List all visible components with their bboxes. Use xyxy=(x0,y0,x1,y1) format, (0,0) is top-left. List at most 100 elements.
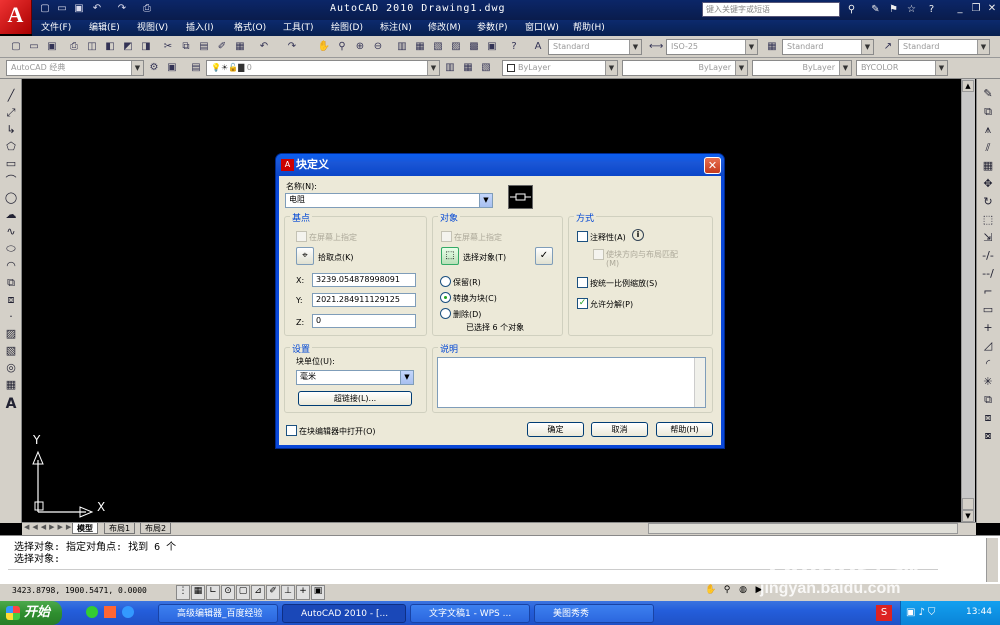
hatch-icon[interactable]: ▨ xyxy=(3,326,19,342)
ok-button[interactable]: 确定 xyxy=(527,422,584,437)
info-icon[interactable]: i xyxy=(632,229,644,241)
multiline-text-icon[interactable]: A xyxy=(3,396,19,412)
zoom-window-icon[interactable]: ⊕ xyxy=(352,39,368,55)
search-input[interactable]: 键入关键字或短语 xyxy=(702,2,840,17)
sheet-set-icon[interactable]: ▨ xyxy=(448,39,464,55)
text-style-icon[interactable]: A xyxy=(530,39,546,55)
annotative-checkbox[interactable] xyxy=(577,231,588,242)
new-file-icon[interactable]: ▢ xyxy=(38,2,52,16)
cancel-button[interactable]: 取消 xyxy=(591,422,648,437)
menu-edit[interactable]: 编辑(E) xyxy=(89,22,120,34)
scroll-thumb[interactable] xyxy=(962,498,974,510)
scroll-up-icon[interactable]: ▲ xyxy=(962,80,974,92)
tool-palettes-icon[interactable]: ▧ xyxy=(430,39,446,55)
workspace-settings-icon[interactable]: ⚙ xyxy=(146,60,162,76)
ellipse-icon[interactable]: ⬭ xyxy=(3,241,19,257)
favorites-star-icon[interactable]: ☆ xyxy=(904,2,919,17)
close-button[interactable]: ✕ xyxy=(984,2,1000,16)
trim-icon[interactable]: -/- xyxy=(980,248,996,264)
osnap-icon[interactable]: ▢ xyxy=(236,585,250,600)
linetype-select[interactable]: ByLayer ▼ xyxy=(622,60,748,76)
paste-icon[interactable]: ▤ xyxy=(196,39,212,55)
extend-icon[interactable]: --/ xyxy=(980,266,996,282)
array-icon[interactable]: ▦ xyxy=(980,158,996,174)
minimize-button[interactable]: _ xyxy=(952,2,968,16)
polyline-icon[interactable]: ↳ xyxy=(3,122,19,138)
layer-previous-icon[interactable]: ▦ xyxy=(460,60,476,76)
menu-modify[interactable]: 修改(M) xyxy=(428,22,461,34)
scroll-down-icon[interactable]: ▼ xyxy=(962,510,974,522)
construction-line-icon[interactable]: ⤢ xyxy=(3,105,19,121)
mleader-style-icon[interactable]: ↗ xyxy=(880,39,896,55)
redo-icon[interactable]: ↷ xyxy=(115,2,129,16)
circle-icon[interactable]: ◯ xyxy=(3,190,19,206)
menu-format[interactable]: 格式(O) xyxy=(234,22,266,34)
hyperlink-button[interactable]: 超链接(L)... xyxy=(298,391,412,406)
tab-nav-arrows-icon[interactable]: ◀◀◀▶▶▶ xyxy=(24,523,74,531)
select-objects-label[interactable]: 选择对象(T) xyxy=(463,252,506,263)
design-center-icon[interactable]: ▦ xyxy=(412,39,428,55)
description-textarea[interactable] xyxy=(437,357,706,408)
taskbar-item-browser[interactable]: 高级编辑器_百度经验 xyxy=(158,604,278,623)
polar-icon[interactable]: ⊙ xyxy=(221,585,235,600)
save-tb-icon[interactable]: ▣ xyxy=(44,39,60,55)
help-button[interactable]: 帮助(H) xyxy=(656,422,713,437)
autocad-logo-icon[interactable]: A xyxy=(0,0,32,34)
grid-icon[interactable]: ▦ xyxy=(191,585,205,600)
move-icon[interactable]: ✥ xyxy=(980,176,996,192)
properties-icon[interactable]: ▥ xyxy=(394,39,410,55)
tools-icon[interactable]: ✎ xyxy=(868,2,883,17)
menu-draw[interactable]: 绘图(D) xyxy=(331,22,363,34)
lineweight-select[interactable]: ByLayer ▼ xyxy=(752,60,852,76)
snap-icon[interactable]: ⋮ xyxy=(176,585,190,600)
table-icon[interactable]: ▦ xyxy=(3,377,19,393)
layer-select[interactable]: 💡☀🔓▇ 0 ▼ xyxy=(206,60,440,76)
z-input[interactable]: 0 xyxy=(312,314,416,328)
description-scrollbar[interactable] xyxy=(694,358,705,407)
pan-status-icon[interactable]: ✋ xyxy=(704,585,718,600)
menu-window[interactable]: 窗口(W) xyxy=(525,22,559,34)
zoom-realtime-icon[interactable]: ⚲ xyxy=(334,39,350,55)
open-file-icon[interactable]: ▭ xyxy=(55,2,69,16)
color-select[interactable]: ByLayer ▼ xyxy=(502,60,618,76)
scale-uniformly-checkbox[interactable] xyxy=(577,277,588,288)
base-onscreen-checkbox[interactable] xyxy=(296,231,307,242)
zoom-status-icon[interactable]: ⚲ xyxy=(720,585,734,600)
send-back-icon[interactable]: ⧇ xyxy=(980,428,996,444)
ellipse-arc-icon[interactable]: ◠ xyxy=(3,258,19,274)
dim-style-select[interactable]: ISO-25 ▼ xyxy=(666,39,758,55)
taskbar-item-autocad[interactable]: AutoCAD 2010 - [... xyxy=(282,604,406,623)
quick-select-icon[interactable]: ✓ xyxy=(535,247,553,265)
taskbar-item-wps[interactable]: 文字文稿1 - WPS ... xyxy=(410,604,530,623)
tray-icons[interactable]: ▣♪⛉ xyxy=(906,607,938,618)
draw-order-icon[interactable]: ⧉ xyxy=(980,392,996,408)
taskbar-item-meitu[interactable]: 美图秀秀 xyxy=(534,604,654,623)
lwt-icon[interactable]: + xyxy=(296,585,310,600)
break-icon[interactable]: ⌐ xyxy=(980,284,996,300)
text-style-select[interactable]: Standard ▼ xyxy=(548,39,642,55)
print-icon[interactable]: ⎙ xyxy=(66,39,82,55)
block-unit-select[interactable]: 毫米 ▼ xyxy=(296,370,414,385)
region-icon[interactable]: ◎ xyxy=(3,360,19,376)
zoom-previous-icon[interactable]: ⊖ xyxy=(370,39,386,55)
arc-icon[interactable]: ⌒ xyxy=(3,173,19,189)
vertical-scrollbar[interactable] xyxy=(961,79,975,523)
menu-tools[interactable]: 工具(T) xyxy=(283,22,314,34)
join-icon[interactable]: + xyxy=(980,320,996,336)
break-at-point-icon[interactable]: ▭ xyxy=(980,302,996,318)
offset-icon[interactable]: ⫽ xyxy=(980,140,996,156)
match-properties-icon[interactable]: ✐ xyxy=(214,39,230,55)
menu-view[interactable]: 视图(V) xyxy=(137,22,168,34)
allow-explode-checkbox[interactable]: ✓ xyxy=(577,298,588,309)
save-icon[interactable]: ▣ xyxy=(72,2,86,16)
menu-dimension[interactable]: 标注(N) xyxy=(380,22,412,34)
publish-icon[interactable]: ◧ xyxy=(102,39,118,55)
help-icon[interactable]: ? xyxy=(924,2,939,17)
calculator-icon[interactable]: ▣ xyxy=(484,39,500,55)
stretch-icon[interactable]: ⇲ xyxy=(980,230,996,246)
make-block-icon[interactable]: ⧈ xyxy=(3,292,19,308)
table-style-select[interactable]: Standard ▼ xyxy=(782,39,874,55)
insert-block-icon[interactable]: ⧉ xyxy=(3,275,19,291)
cut-icon[interactable]: ✂ xyxy=(160,39,176,55)
bring-front-icon[interactable]: ⧈ xyxy=(980,410,996,426)
